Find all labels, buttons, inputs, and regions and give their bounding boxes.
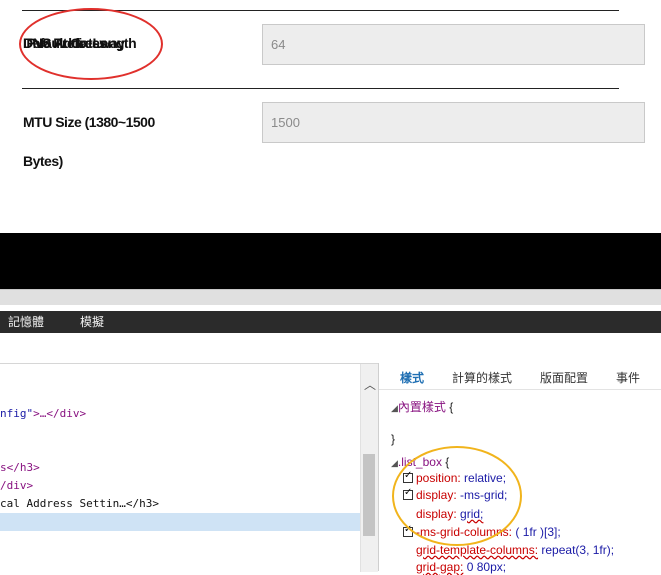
dom-tree-pane: nfig">…</div> s</h3> /div> cal Address S…	[0, 363, 378, 572]
dom-line[interactable]: /div>	[0, 478, 33, 494]
tab-emulation[interactable]: 模擬	[80, 311, 104, 333]
inline-style-rule[interactable]: ◢內置樣式 {	[391, 399, 453, 416]
divider	[22, 88, 619, 89]
tab-layout[interactable]: 版面配置	[540, 369, 588, 386]
mtu-size-label-line1: MTU Size (1380~1500	[23, 114, 155, 130]
close-brace: }	[391, 432, 396, 446]
dom-line[interactable]: cal Address Settin…</h3>	[0, 496, 159, 512]
css-property[interactable]: grid-gap: 0 80px;	[416, 559, 506, 575]
prefix-length-input[interactable]: 64	[262, 24, 645, 65]
black-band	[0, 233, 661, 289]
triangle-icon: ◢	[391, 403, 398, 413]
yellow-annotation-circle	[392, 446, 522, 546]
devtools-tools-bar: 記憶體 模擬	[0, 311, 661, 333]
divider	[379, 389, 661, 390]
dom-line[interactable]: s</h3>	[0, 460, 40, 476]
mtu-size-input[interactable]: 1500	[262, 102, 645, 143]
mtu-size-label-line2: Bytes)	[23, 153, 63, 169]
selected-dom-row[interactable]	[0, 513, 360, 531]
dom-line[interactable]: nfig">…</div>	[0, 406, 86, 422]
splitter[interactable]	[0, 289, 661, 305]
triangle-icon: ◢	[391, 458, 398, 468]
dom-scrollbar[interactable]: ︿	[360, 364, 378, 572]
tab-memory[interactable]: 記憶體	[8, 311, 44, 333]
tab-computed[interactable]: 計算的樣式	[452, 369, 512, 386]
tab-styles[interactable]: 樣式	[400, 369, 424, 386]
scroll-thumb[interactable]	[363, 454, 375, 536]
red-annotation-circle	[19, 8, 163, 80]
tab-events[interactable]: 事件	[616, 369, 640, 386]
chevron-up-icon[interactable]: ︿	[364, 376, 376, 393]
